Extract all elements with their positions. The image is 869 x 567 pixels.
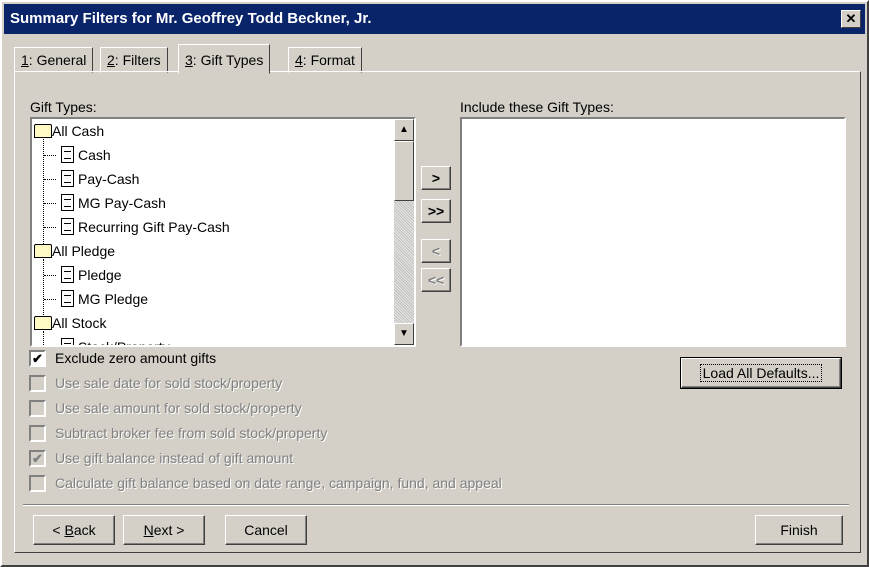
add-all-button[interactable]: >> [421, 199, 451, 223]
tab-general[interactable]: 1: General [14, 47, 94, 73]
back-label: ack [73, 522, 96, 538]
document-icon [61, 194, 74, 211]
next-button[interactable]: Next > [123, 515, 205, 545]
scroll-up-button[interactable]: ▲ [394, 119, 414, 141]
option-label: Use sale date for sold stock/property [55, 375, 283, 391]
tab-gift-types-hotkey: 3 [185, 52, 193, 68]
tab-panel: Gift Types: Include these Gift Types: Al… [14, 71, 861, 553]
folder-icon [34, 244, 52, 258]
tab-format-label: : Format [302, 52, 355, 68]
tree-item-label: Pay-Cash [78, 171, 140, 187]
scroll-thumb[interactable] [394, 141, 414, 201]
close-button[interactable]: ✕ [841, 10, 861, 28]
window-title: Summary Filters for Mr. Geoffrey Todd Be… [10, 10, 372, 27]
document-icon [61, 338, 74, 345]
document-icon [61, 146, 74, 163]
back-button[interactable]: < Back [33, 515, 115, 545]
next-label: ext > [153, 522, 185, 538]
gift-types-tree[interactable]: All Cash Cash Pay-Cash MG Pay-Cash Recur… [30, 117, 416, 347]
tree-line [44, 227, 56, 228]
folder-icon [34, 124, 52, 138]
close-icon: ✕ [845, 11, 857, 26]
checkbox[interactable] [29, 425, 46, 442]
remove-all-button[interactable]: << [421, 268, 451, 292]
tab-filters[interactable]: 2: Filters [100, 47, 168, 73]
option-label: Use gift balance instead of gift amount [55, 450, 294, 466]
remove-button[interactable]: < [421, 239, 451, 263]
checkbox[interactable]: ✔ [29, 350, 46, 367]
tree-item-label: All Pledge [52, 243, 116, 259]
cancel-button[interactable]: Cancel [225, 515, 307, 545]
tree-item-label: All Cash [52, 123, 105, 139]
include-gift-types-label: Include these Gift Types: [460, 99, 614, 115]
back-hotkey: B [64, 522, 74, 538]
tab-format-hotkey: 4 [295, 52, 303, 68]
tree-line [44, 203, 56, 204]
tree-line [44, 275, 56, 276]
tree-item-label: Recurring Gift Pay-Cash [78, 219, 230, 235]
tab-gift-types[interactable]: 3: Gift Types [178, 44, 271, 74]
tree-item-label: MG Pay-Cash [78, 195, 166, 211]
tree-line [44, 179, 56, 180]
gift-types-label: Gift Types: [30, 99, 97, 115]
tab-filters-label: : Filters [114, 52, 161, 68]
option-label: Calculate gift balance based on date ran… [55, 475, 502, 491]
back-arrow: < [52, 522, 65, 538]
next-hotkey: N [143, 522, 154, 538]
tree-item-label: Cash [78, 147, 111, 163]
checkbox[interactable] [29, 375, 46, 392]
footer-divider [23, 504, 849, 506]
checkbox[interactable]: ✔ [29, 450, 46, 467]
tab-gift-types-label: : Gift Types [192, 52, 264, 68]
tab-general-label: : General [28, 52, 87, 68]
folder-icon [34, 316, 52, 330]
document-icon [61, 218, 74, 235]
finish-button[interactable]: Finish [755, 515, 843, 545]
tab-format[interactable]: 4: Format [288, 47, 362, 73]
scroll-down-button[interactable]: ▼ [394, 323, 414, 345]
tree-item-label: All Stock [52, 315, 107, 331]
arrow-up-icon: ▲ [399, 124, 409, 135]
tree-item-label: MG Pledge [78, 291, 149, 307]
document-icon [61, 290, 74, 307]
tree-item-label: Pledge [78, 267, 122, 283]
title-bar: Summary Filters for Mr. Geoffrey Todd Be… [4, 4, 865, 34]
include-gift-types-list[interactable] [460, 117, 846, 347]
vertical-scrollbar[interactable]: ▲ ▼ [394, 119, 414, 345]
arrow-down-icon: ▼ [399, 328, 409, 339]
load-all-defaults-label: Load All Defaults... [699, 364, 823, 382]
tree-line [44, 155, 56, 156]
checkbox[interactable] [29, 400, 46, 417]
tab-general-hotkey: 1 [21, 52, 29, 68]
tree-line [44, 299, 56, 300]
dialog-window: Summary Filters for Mr. Geoffrey Todd Be… [0, 0, 869, 567]
tree-line [43, 259, 44, 319]
option-label: Exclude zero amount gifts [55, 350, 217, 366]
add-button[interactable]: > [421, 166, 451, 190]
load-all-defaults-button[interactable]: Load All Defaults... [681, 358, 841, 388]
tree-item-label: Stock/Property [78, 339, 170, 347]
document-icon [61, 170, 74, 187]
option-label: Use sale amount for sold stock/property [55, 400, 302, 416]
tree-line [43, 331, 44, 345]
document-icon [61, 266, 74, 283]
checkbox[interactable] [29, 475, 46, 492]
tab-filters-hotkey: 2 [107, 52, 115, 68]
option-label: Subtract broker fee from sold stock/prop… [55, 425, 328, 441]
